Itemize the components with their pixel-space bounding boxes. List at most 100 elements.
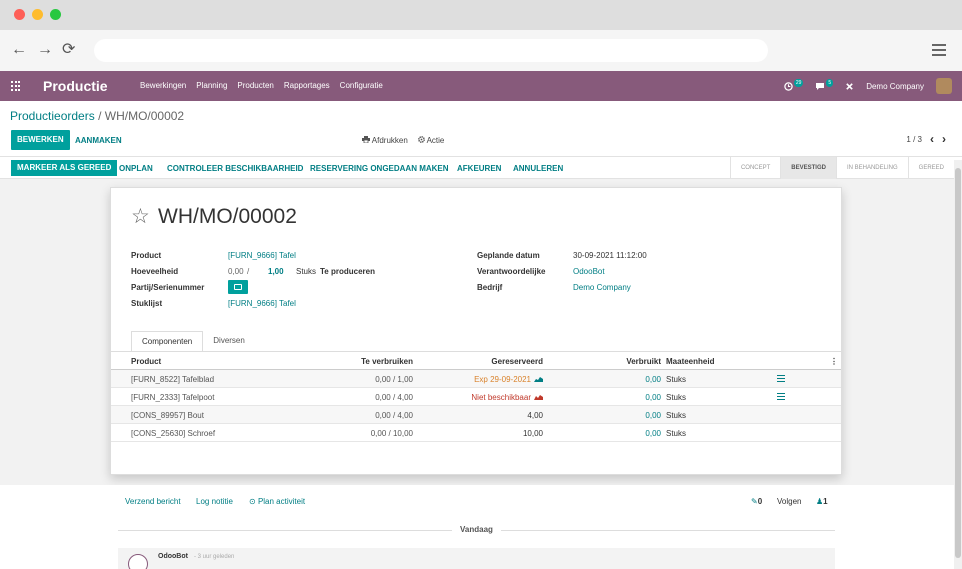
print-icon — [362, 136, 370, 144]
priority-star-icon[interactable]: ☆ — [131, 205, 150, 229]
company-switcher[interactable]: Demo Company — [866, 82, 924, 91]
main-menu: Bewerkingen Planning Producten Rapportag… — [140, 81, 383, 90]
activity-count-badge: 29 — [793, 79, 804, 87]
app-name[interactable]: Productie — [43, 78, 108, 94]
tab-componenten[interactable]: Componenten — [131, 331, 204, 352]
company-value[interactable]: Demo Company — [573, 283, 631, 292]
menu-item-bewerkingen[interactable]: Bewerkingen — [140, 81, 186, 90]
row-consumed[interactable]: 0,00 — [645, 411, 661, 420]
row-to-consume: 0,00 / 4,00 — [375, 393, 413, 402]
browser-toolbar: ← → ⟳ — [0, 30, 962, 71]
column-header-uom[interactable]: Maateenheid — [666, 357, 714, 366]
maximize-window-button[interactable] — [50, 9, 61, 20]
scrap-button[interactable]: AFKEUREN — [457, 164, 501, 173]
check-availability-button[interactable]: CONTROLEER BESCHIKBAARHEID — [167, 164, 303, 173]
menu-item-planning[interactable]: Planning — [196, 81, 227, 90]
message-author[interactable]: OdooBot — [158, 553, 188, 560]
quantity-total[interactable]: 1,00 — [268, 267, 284, 276]
page-scrollbar-thumb[interactable] — [955, 168, 961, 558]
clock-icon: ⊙ — [249, 497, 258, 506]
reload-icon[interactable]: ⟳ — [62, 40, 75, 60]
followers-button[interactable]: ♟1 — [816, 497, 828, 506]
minimize-window-button[interactable] — [32, 9, 43, 20]
table-row[interactable]: [CONS_25630] Schroef 0,00 / 10,00 10,00 … — [111, 424, 841, 442]
cancel-button[interactable]: ANNULEREN — [513, 164, 563, 173]
column-header-to-consume[interactable]: Te verbruiken — [361, 357, 413, 366]
address-bar[interactable] — [94, 39, 768, 62]
date-separator: Vandaag — [452, 525, 501, 534]
row-consumed[interactable]: 0,00 — [645, 375, 661, 384]
detailed-operations-icon[interactable] — [777, 393, 785, 400]
messaging-menu[interactable]: 5 — [815, 79, 834, 91]
gear-icon — [417, 136, 425, 143]
print-menu[interactable]: Afdrukken — [362, 136, 408, 145]
close-window-button[interactable] — [14, 9, 25, 20]
row-reserved: 4,00 — [527, 411, 543, 420]
column-options-icon[interactable]: ⋮ — [830, 357, 838, 366]
schedule-activity-button[interactable]: ⊙ Plan activiteit — [249, 497, 305, 506]
stage-concept[interactable]: CONCEPT — [729, 157, 780, 179]
unreserve-button[interactable]: RESERVERING ONGEDAAN MAKEN — [310, 164, 449, 173]
row-product: [CONS_89957] Bout — [131, 411, 204, 420]
tab-diversen[interactable]: Diversen — [203, 331, 255, 352]
activity-menu[interactable]: 29 — [784, 79, 804, 91]
apps-grid-icon[interactable] — [11, 81, 21, 91]
forward-arrow-icon[interactable]: → — [37, 40, 53, 60]
detailed-operations-icon[interactable] — [777, 375, 785, 382]
attachments-button[interactable]: ✎0 — [751, 497, 762, 506]
stage-bevestigd[interactable]: BEVESTIGD — [780, 157, 836, 179]
bom-value[interactable]: [FURN_9666] Tafel — [228, 299, 296, 308]
pager-previous-icon[interactable]: ‹ — [930, 133, 934, 145]
back-arrow-icon[interactable]: ← — [11, 40, 27, 60]
breadcrumb-parent-link[interactable]: Productieorders — [10, 109, 95, 123]
plus-box-icon — [234, 284, 242, 290]
responsible-value[interactable]: OdooBot — [573, 267, 605, 276]
lot-label: Partij/Serienummer — [131, 283, 205, 292]
unplan-button[interactable]: ONPLAN — [119, 164, 153, 173]
print-label: Afdrukken — [371, 136, 408, 145]
planned-date-label: Geplande datum — [477, 251, 540, 260]
lot-serial-button[interactable] — [228, 280, 248, 294]
action-label: Actie — [426, 136, 445, 145]
pager-value[interactable]: 1 / 3 — [906, 135, 922, 144]
form-tabs: Componenten Diversen — [131, 331, 255, 352]
column-header-product[interactable]: Product — [131, 357, 161, 366]
log-note-button[interactable]: Log notitie — [196, 497, 233, 506]
user-avatar[interactable] — [936, 78, 952, 94]
form-statusbar: MARKEER ALS GEREED ONPLAN CONTROLEER BES… — [0, 156, 962, 179]
row-reserved: Niet beschikbaar — [471, 393, 543, 402]
row-consumed[interactable]: 0,00 — [645, 393, 661, 402]
table-row[interactable]: [CONS_89957] Bout 0,00 / 4,00 4,00 0,00 … — [111, 406, 841, 424]
forecast-chart-icon[interactable] — [534, 394, 543, 400]
breadcrumb-current: WH/MO/00002 — [104, 109, 185, 123]
product-value[interactable]: [FURN_9666] Tafel — [228, 251, 296, 260]
chatter-message: OdooBot - 3 uur geleden — [118, 548, 835, 569]
edit-button[interactable]: BEWERKEN — [11, 130, 70, 150]
pager-next-icon[interactable]: › — [942, 133, 946, 145]
debug-tools-icon[interactable] — [845, 82, 854, 91]
message-count-badge: 5 — [826, 79, 834, 87]
odoobot-avatar — [128, 554, 148, 569]
forecast-chart-icon[interactable] — [534, 376, 543, 382]
follow-button[interactable]: Volgen — [777, 497, 801, 506]
row-uom: Stuks — [666, 393, 687, 402]
hamburger-menu-icon[interactable] — [932, 44, 946, 59]
menu-item-producten[interactable]: Producten — [237, 81, 273, 90]
row-consumed[interactable]: 0,00 — [645, 429, 661, 438]
company-label: Bedrijf — [477, 283, 503, 292]
action-menu[interactable]: Actie — [417, 136, 445, 145]
column-header-consumed[interactable]: Verbruikt — [626, 357, 661, 366]
send-message-button[interactable]: Verzend bericht — [125, 497, 181, 506]
menu-item-rapportages[interactable]: Rapportages — [284, 81, 330, 90]
row-uom: Stuks — [666, 375, 687, 384]
table-row[interactable]: [FURN_2333] Tafelpoot 0,00 / 4,00 Niet b… — [111, 388, 841, 406]
column-header-reserved[interactable]: Gereserveerd — [491, 357, 543, 366]
menu-item-configuratie[interactable]: Configuratie — [340, 81, 383, 90]
stage-in-behandeling[interactable]: IN BEHANDELING — [835, 157, 908, 179]
table-row[interactable]: [FURN_8522] Tafelblad 0,00 / 1,00 Exp 29… — [111, 370, 841, 388]
quantity-label: Hoeveelheid — [131, 267, 179, 276]
create-button[interactable]: AANMAKEN — [75, 136, 122, 145]
row-to-consume: 0,00 / 10,00 — [370, 429, 413, 438]
mark-as-done-button[interactable]: MARKEER ALS GEREED — [11, 160, 118, 176]
stage-gereed[interactable]: GEREED — [907, 157, 954, 179]
